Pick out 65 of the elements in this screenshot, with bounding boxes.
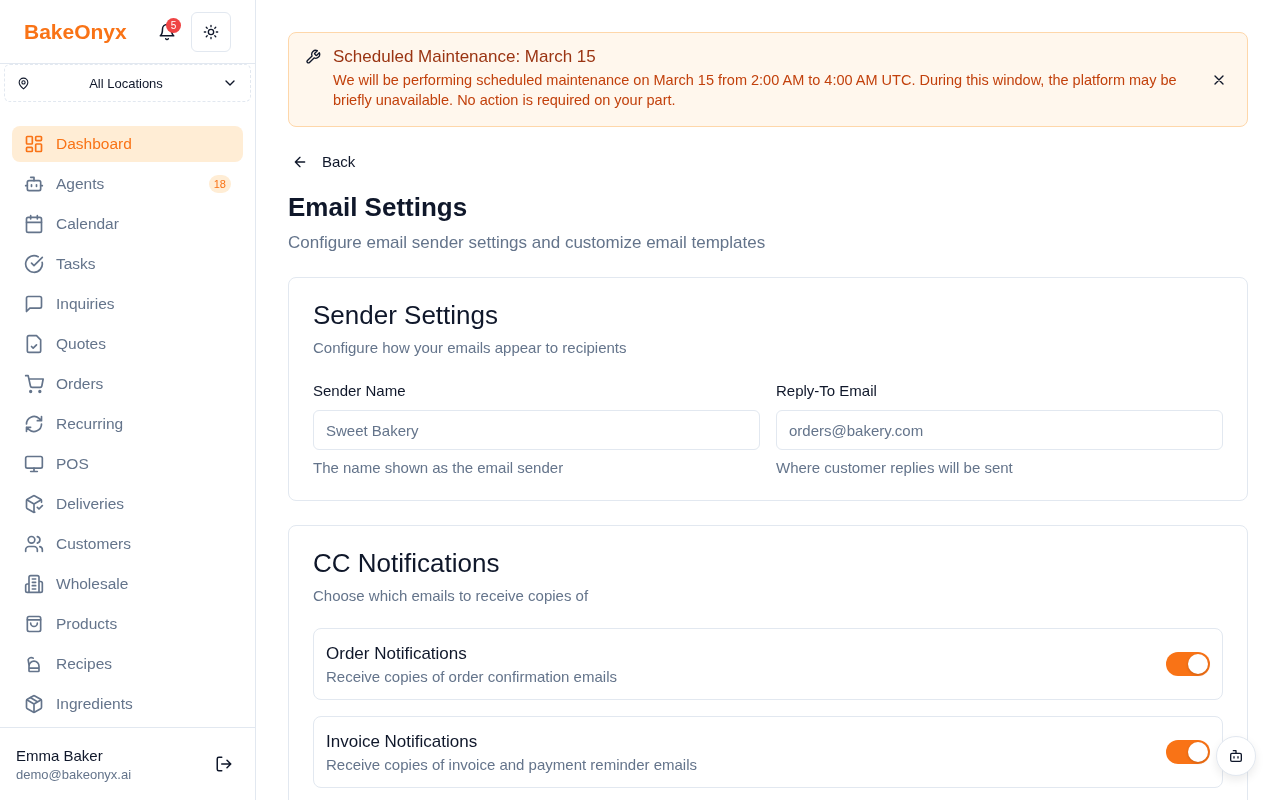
toggle-switch[interactable] [1166, 652, 1210, 676]
nav-item[interactable]: Agents 18 [12, 166, 243, 202]
map-pin-icon [17, 76, 30, 90]
nav-item[interactable]: Recipes [12, 646, 243, 682]
logout-icon [215, 755, 233, 773]
count-badge: 18 [208, 175, 231, 193]
calendar-icon [24, 214, 44, 234]
page-subtitle: Configure email sender settings and customize email templates [288, 233, 767, 253]
nav-item[interactable]: Recurring [12, 406, 243, 442]
nav-item[interactable]: Dashboard [12, 126, 243, 162]
option-description: Receive copies of order confirmation emails [326, 667, 618, 685]
theme-toggle-button[interactable] [191, 11, 231, 52]
alert-title: Scheduled Maintenance: March 15 [333, 47, 597, 67]
nav-item[interactable]: Orders [12, 366, 243, 402]
nav-item[interactable]: Quotes [12, 326, 243, 362]
box-icon [24, 694, 44, 714]
cart-icon [24, 374, 44, 394]
alert-message: We will be performing scheduled maintenance on March 15 from 2:00 AM to 4:00 AM UTC. During this window, the platform may be briefly unavailable. No action is required on your part. [333, 71, 1178, 110]
clipboard-check-icon [24, 334, 44, 354]
page-title: Email Settings [288, 192, 469, 223]
users-icon [24, 534, 44, 554]
card-title: CC Notifications [313, 548, 501, 579]
monitor-icon [24, 454, 44, 474]
wrench-icon [305, 49, 321, 65]
nav-item[interactable]: Tasks [12, 246, 243, 282]
field-label: Sender Name [313, 382, 407, 399]
message-icon [24, 294, 44, 314]
grid-icon [24, 134, 44, 154]
package-check-icon [24, 494, 44, 514]
card-subtitle: Configure how your emails appear to recipients [313, 339, 628, 356]
location-select[interactable]: All Locations [4, 64, 251, 102]
nav-item[interactable]: Wholesale [12, 566, 243, 602]
nav-item[interactable]: Calendar [12, 206, 243, 242]
refresh-icon [24, 414, 44, 434]
input-field[interactable]: Sweet Bakery [313, 410, 760, 450]
notification-count: 5 [166, 17, 181, 33]
notifications-button[interactable]: 5 [151, 15, 183, 48]
field-hint: The name shown as the email sender [313, 459, 565, 476]
building-icon [24, 574, 44, 594]
field-hint: Where customer replies will be sent [776, 459, 1014, 476]
assistant-button[interactable] [1216, 736, 1256, 776]
input-field[interactable]: orders@bakery.com [776, 410, 1223, 450]
bell-icon [158, 22, 176, 41]
nav-item[interactable]: POS [12, 446, 243, 482]
card-subtitle: Choose which emails to receive copies of [313, 587, 590, 604]
robot-icon [24, 174, 44, 194]
user-name: Emma Baker [16, 746, 104, 764]
sun-icon [203, 23, 219, 40]
check-circle-icon [24, 254, 44, 274]
nav-item[interactable]: Products [12, 606, 243, 642]
option-title: Order Notifications [326, 643, 468, 664]
user-email: demo@bakeonyx.ai [16, 766, 133, 782]
logo: BakeOnyx [24, 19, 128, 44]
option-description: Receive copies of invoice and payment reminder emails [326, 755, 698, 773]
card-title: Sender Settings [313, 300, 499, 331]
nav-item[interactable]: Customers [12, 526, 243, 562]
nav-item[interactable]: Inquiries [12, 286, 243, 322]
shopping-bag-icon [24, 614, 44, 634]
robot-icon [1228, 748, 1244, 764]
back-button[interactable]: Back [288, 149, 360, 174]
nav-item[interactable]: Deliveries [12, 486, 243, 522]
nav-item[interactable]: Ingredients [12, 686, 243, 722]
field-label: Reply-To Email [776, 382, 878, 399]
toggle-switch[interactable] [1166, 740, 1210, 764]
option-title: Invoice Notifications [326, 731, 479, 752]
